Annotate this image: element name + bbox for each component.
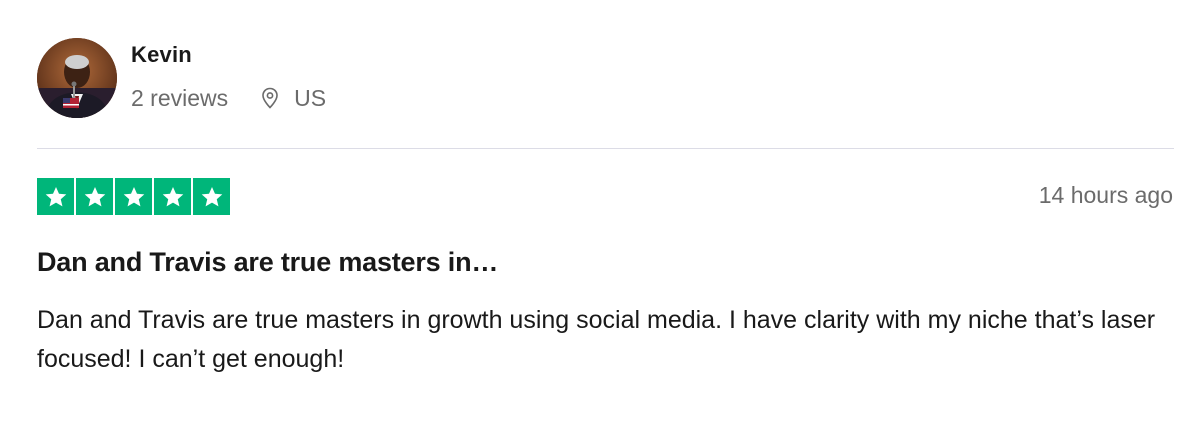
location-pin-icon (258, 86, 282, 110)
review-count: 2 reviews (131, 84, 229, 111)
reviewer-avatar[interactable] (37, 38, 117, 118)
review-title[interactable]: Dan and Travis are true masters in… (37, 247, 498, 278)
star-rating (37, 178, 230, 215)
divider (37, 148, 1174, 149)
reviewer-name[interactable]: Kevin (131, 42, 192, 68)
star-icon (154, 178, 191, 215)
star-icon (115, 178, 152, 215)
review-timestamp: 14 hours ago (1038, 182, 1173, 208)
review-body: Dan and Travis are true masters in growt… (37, 306, 1156, 373)
person-avatar-icon (37, 38, 117, 118)
reviewer-country: US (294, 84, 327, 111)
reviewer-meta: 2 reviews US (131, 84, 326, 112)
star-icon (76, 178, 113, 215)
star-icon (193, 178, 230, 215)
review-card: Kevin 2 reviews US 14 hours ago Dan and … (0, 0, 1200, 428)
star-icon (37, 178, 74, 215)
